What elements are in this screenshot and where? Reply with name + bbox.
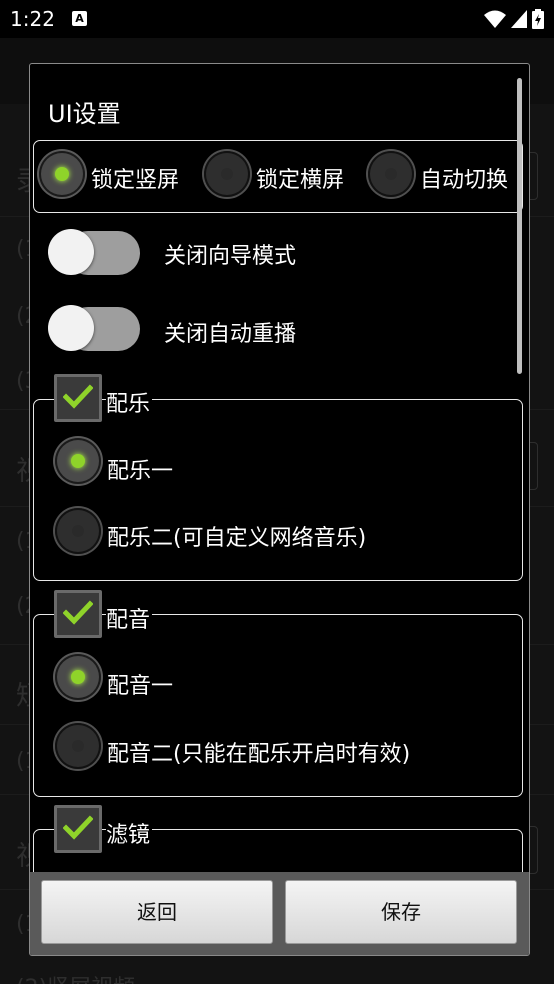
switch-thumb bbox=[48, 229, 94, 275]
radio-dubbing-two-label[interactable]: 配音二(只能在配乐开启时有效) bbox=[107, 736, 410, 768]
dialog-scrollbar[interactable] bbox=[517, 78, 522, 374]
wifi-icon bbox=[483, 10, 506, 28]
dubbing-checkbox[interactable] bbox=[54, 590, 102, 638]
radio-dubbing-two[interactable] bbox=[55, 723, 101, 769]
auto-replay-label[interactable]: 关闭自动重播 bbox=[164, 316, 296, 348]
dialog-button-bar: 返回 保存 bbox=[30, 872, 529, 955]
radio-auto-rotate[interactable] bbox=[368, 151, 414, 197]
guide-mode-label[interactable]: 关闭向导模式 bbox=[164, 238, 296, 270]
ui-settings-dialog: UI设置 锁定竖屏 锁定横屏 自动切换 关闭向导模式 关闭自动重播 配乐 配乐一… bbox=[29, 63, 530, 956]
guide-mode-switch[interactable] bbox=[48, 229, 142, 275]
radio-music-two[interactable] bbox=[55, 508, 101, 554]
music-checkbox[interactable] bbox=[54, 374, 102, 422]
filter-checkbox-label[interactable]: 滤镜 bbox=[106, 817, 153, 849]
dubbing-checkbox-label[interactable]: 配音 bbox=[106, 602, 153, 634]
radio-lock-portrait-label[interactable]: 锁定竖屏 bbox=[91, 162, 179, 194]
radio-music-two-label[interactable]: 配乐二(可自定义网络音乐) bbox=[107, 520, 366, 552]
radio-music-one-label[interactable]: 配乐一 bbox=[107, 453, 173, 485]
signal-icon bbox=[510, 9, 527, 28]
status-icons bbox=[483, 8, 544, 29]
switch-thumb bbox=[48, 305, 94, 351]
status-bar: 1:22 A bbox=[0, 0, 554, 38]
filter-checkbox[interactable] bbox=[54, 805, 102, 853]
dialog-scroll-area[interactable]: UI设置 锁定竖屏 锁定横屏 自动切换 关闭向导模式 关闭自动重播 配乐 配乐一… bbox=[30, 64, 529, 872]
radio-dubbing-one[interactable] bbox=[55, 654, 101, 700]
dubbing-group-box bbox=[33, 614, 523, 797]
music-checkbox-label[interactable]: 配乐 bbox=[106, 386, 153, 418]
battery-icon bbox=[532, 8, 544, 29]
status-time: 1:22 bbox=[10, 7, 55, 31]
music-group-box bbox=[33, 399, 523, 581]
radio-lock-landscape-label[interactable]: 锁定横屏 bbox=[256, 162, 344, 194]
radio-lock-portrait[interactable] bbox=[39, 151, 85, 197]
check-icon bbox=[63, 600, 93, 625]
notification-icon: A bbox=[72, 11, 87, 26]
radio-dubbing-one-label[interactable]: 配音一 bbox=[107, 668, 173, 700]
check-icon bbox=[63, 384, 93, 409]
dialog-title: UI设置 bbox=[48, 100, 121, 128]
radio-lock-landscape[interactable] bbox=[204, 151, 250, 197]
back-button[interactable]: 返回 bbox=[41, 880, 273, 944]
radio-auto-rotate-label[interactable]: 自动切换 bbox=[420, 162, 508, 194]
auto-replay-switch[interactable] bbox=[48, 305, 142, 351]
save-button[interactable]: 保存 bbox=[285, 880, 517, 944]
check-icon bbox=[63, 815, 93, 840]
radio-music-one[interactable] bbox=[55, 438, 101, 484]
